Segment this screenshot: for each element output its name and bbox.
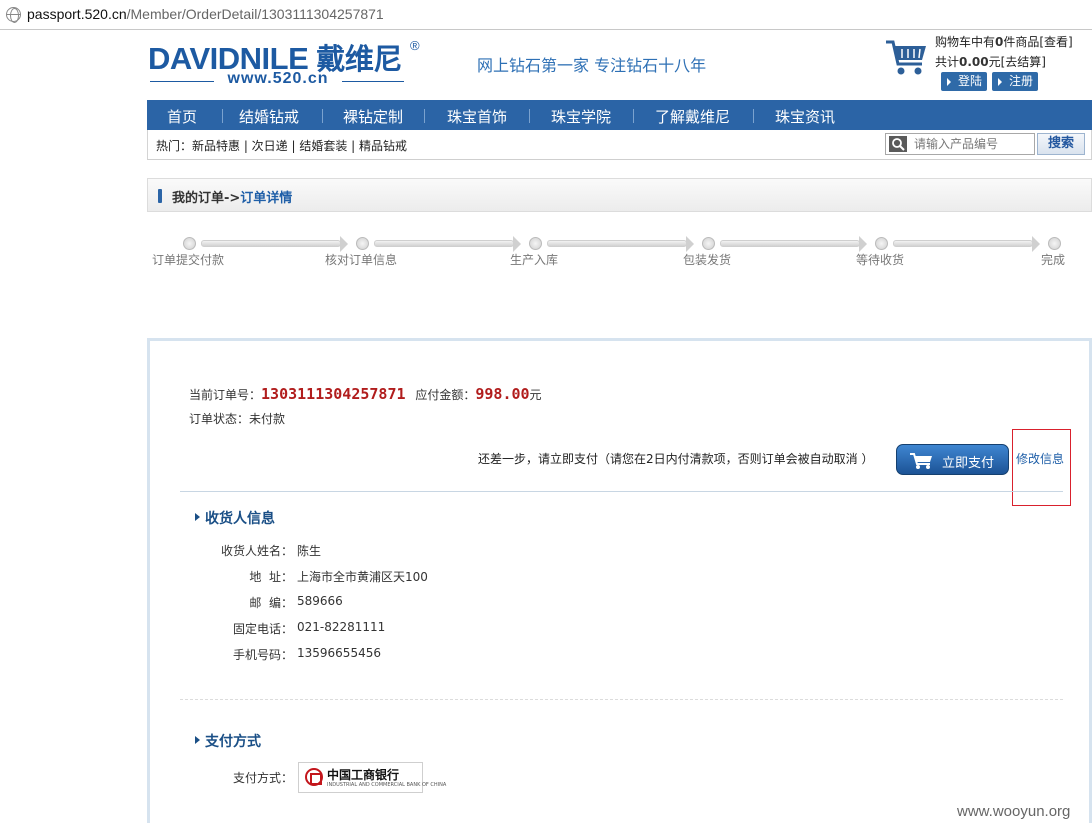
payment-method-label: 支付方式： bbox=[232, 771, 293, 785]
consignee-mobile: 13596655456 bbox=[297, 646, 381, 660]
nav-separator bbox=[424, 109, 425, 123]
step-label-production: 生产入库 bbox=[510, 253, 559, 267]
shopping-cart-icon[interactable] bbox=[884, 38, 928, 76]
step-arrow bbox=[893, 236, 1040, 252]
breadcrumb: 我的订单->订单详情 bbox=[147, 178, 1092, 212]
nav-separator bbox=[633, 109, 634, 123]
consignee-postcode: 589666 bbox=[297, 594, 343, 608]
nav-item-wedding-rings[interactable]: 结婚钻戒 bbox=[239, 106, 299, 127]
pay-now-label: 立即支付 bbox=[942, 456, 995, 471]
logo-domain: www.520.cn bbox=[227, 70, 329, 87]
nav-item-about[interactable]: 了解戴维尼 bbox=[655, 106, 730, 127]
register-button[interactable]: 注册 bbox=[992, 72, 1039, 91]
step-label-receiving: 等待收货 bbox=[856, 253, 905, 267]
order-amount-label: 应付金额： bbox=[415, 388, 476, 402]
section-arrow-icon bbox=[195, 736, 200, 744]
highlight-box bbox=[1012, 429, 1071, 506]
globe-icon bbox=[6, 7, 21, 23]
step-arrow bbox=[201, 236, 348, 252]
nav-item-news[interactable]: 珠宝资讯 bbox=[775, 106, 835, 127]
nav-separator bbox=[753, 109, 754, 123]
search-input[interactable]: 请输入产品编号 bbox=[885, 133, 1035, 155]
register-label: 注册 bbox=[1009, 74, 1034, 88]
section-divider bbox=[180, 491, 1063, 492]
cart-prefix: 购物车中有 bbox=[935, 35, 996, 49]
order-number-label: 当前订单号： bbox=[189, 388, 262, 402]
edit-info-link[interactable]: 修改信息 bbox=[1016, 450, 1064, 467]
bank-name: 中国工商银行 bbox=[327, 768, 400, 782]
step-dot bbox=[529, 237, 542, 250]
cart-view-link[interactable]: 件商品[查看] bbox=[1003, 35, 1072, 49]
main-nav: 首页 结婚钻戒 裸钻定制 珠宝首饰 珠宝学院 了解戴维尼 珠宝资讯 bbox=[147, 100, 1092, 130]
section-divider bbox=[180, 699, 1063, 700]
search-button[interactable]: 搜索 bbox=[1037, 133, 1085, 155]
step-label-submit: 订单提交付款 bbox=[152, 253, 225, 267]
address-bar[interactable]: passport.520.cn/Member/OrderDetail/13031… bbox=[0, 0, 1092, 30]
step-dot bbox=[702, 237, 715, 250]
step-arrow bbox=[547, 236, 694, 252]
logo-registered-mark: ® bbox=[410, 38, 420, 53]
order-status: 订单状态：未付款 bbox=[189, 412, 286, 426]
hot-links[interactable]: 热门：新品特惠 | 次日递 | 结婚套装 | 精品钻戒 bbox=[156, 137, 407, 154]
total-prefix: 共计 bbox=[935, 55, 960, 69]
order-number-line: 当前订单号：1303111304257871 应付金额：998.00元 bbox=[189, 385, 542, 403]
breadcrumb-parent[interactable]: 我的订单-> bbox=[172, 191, 240, 206]
bank-name-english: INDUSTRIAL AND COMMERCIAL BANK OF CHINA bbox=[327, 782, 447, 788]
step-label-verify: 核对订单信息 bbox=[325, 253, 398, 267]
consignee-address: 上海市全市黄浦区天100 bbox=[297, 570, 428, 584]
step-dot bbox=[356, 237, 369, 250]
consignee-mobile-label: 手机号码： bbox=[232, 648, 293, 662]
search-icon bbox=[889, 136, 907, 152]
login-label: 登陆 bbox=[958, 74, 983, 88]
step-arrow bbox=[720, 236, 867, 252]
consignee-address-label: 地 址： bbox=[249, 570, 293, 584]
checkout-link[interactable]: 元[去结算] bbox=[989, 55, 1046, 69]
payment-section-title: 支付方式 bbox=[205, 734, 261, 750]
site-slogan: 网上钻石第一家 专注钻石十八年 bbox=[477, 56, 707, 75]
order-number: 1303111304257871 bbox=[261, 385, 406, 403]
payment-hint: 还差一步，请立即支付（请您在2日内付清款项，否则订单会被自动取消 ） bbox=[478, 452, 874, 466]
cart-icon bbox=[910, 453, 932, 469]
breadcrumb-marker bbox=[158, 189, 162, 203]
hot-links-bar: 热门：新品特惠 | 次日递 | 结婚套装 | 精品钻戒 请输入产品编号 搜索 bbox=[147, 130, 1092, 160]
consignee-name: 陈生 bbox=[297, 544, 322, 558]
breadcrumb-current: 订单详情 bbox=[240, 191, 293, 206]
consignee-postcode-label: 邮 编： bbox=[249, 596, 293, 610]
nav-item-jewelry[interactable]: 珠宝首饰 bbox=[447, 106, 507, 127]
url-text[interactable]: passport.520.cn/Member/OrderDetail/13031… bbox=[27, 6, 384, 22]
order-amount: 998.00 bbox=[475, 385, 530, 403]
cart-total[interactable]: 共计0.00元[去结算] bbox=[935, 53, 1046, 70]
nav-item-academy[interactable]: 珠宝学院 bbox=[551, 106, 611, 127]
step-arrow bbox=[374, 236, 521, 252]
url-host: passport.520.cn bbox=[27, 6, 127, 22]
nav-separator bbox=[529, 109, 530, 123]
total-amount: 0.00 bbox=[959, 55, 989, 69]
nav-separator bbox=[222, 109, 223, 123]
watermark: www.wooyun.org bbox=[957, 803, 1071, 820]
consignee-phone: 021-82281111 bbox=[297, 620, 386, 634]
login-button[interactable]: 登陆 bbox=[941, 72, 988, 91]
section-arrow-icon bbox=[195, 513, 200, 521]
bank-badge: 中国工商银行 INDUSTRIAL AND COMMERCIAL BANK OF… bbox=[298, 762, 446, 793]
consignee-name-label: 收货人姓名： bbox=[220, 544, 293, 558]
consignee-section-title: 收货人信息 bbox=[205, 511, 275, 527]
step-label-done: 完成 bbox=[1041, 253, 1066, 267]
pay-now-button[interactable]: 立即支付 bbox=[896, 444, 1009, 475]
icbc-logo-icon bbox=[305, 768, 323, 786]
step-dot bbox=[1048, 237, 1061, 250]
nav-separator bbox=[322, 109, 323, 123]
step-dot bbox=[183, 237, 196, 250]
consignee-phone-label: 固定电话： bbox=[232, 622, 293, 636]
nav-item-custom-diamonds[interactable]: 裸钻定制 bbox=[343, 106, 403, 127]
order-amount-unit: 元 bbox=[529, 388, 542, 402]
nav-item-home[interactable]: 首页 bbox=[167, 106, 197, 127]
cart-summary[interactable]: 购物车中有0件商品[查看] bbox=[935, 33, 1073, 50]
step-label-shipping: 包装发货 bbox=[683, 253, 732, 267]
url-path: /Member/OrderDetail/1303111304257871 bbox=[126, 6, 384, 22]
step-dot bbox=[875, 237, 888, 250]
logo-rule-right bbox=[342, 81, 404, 82]
